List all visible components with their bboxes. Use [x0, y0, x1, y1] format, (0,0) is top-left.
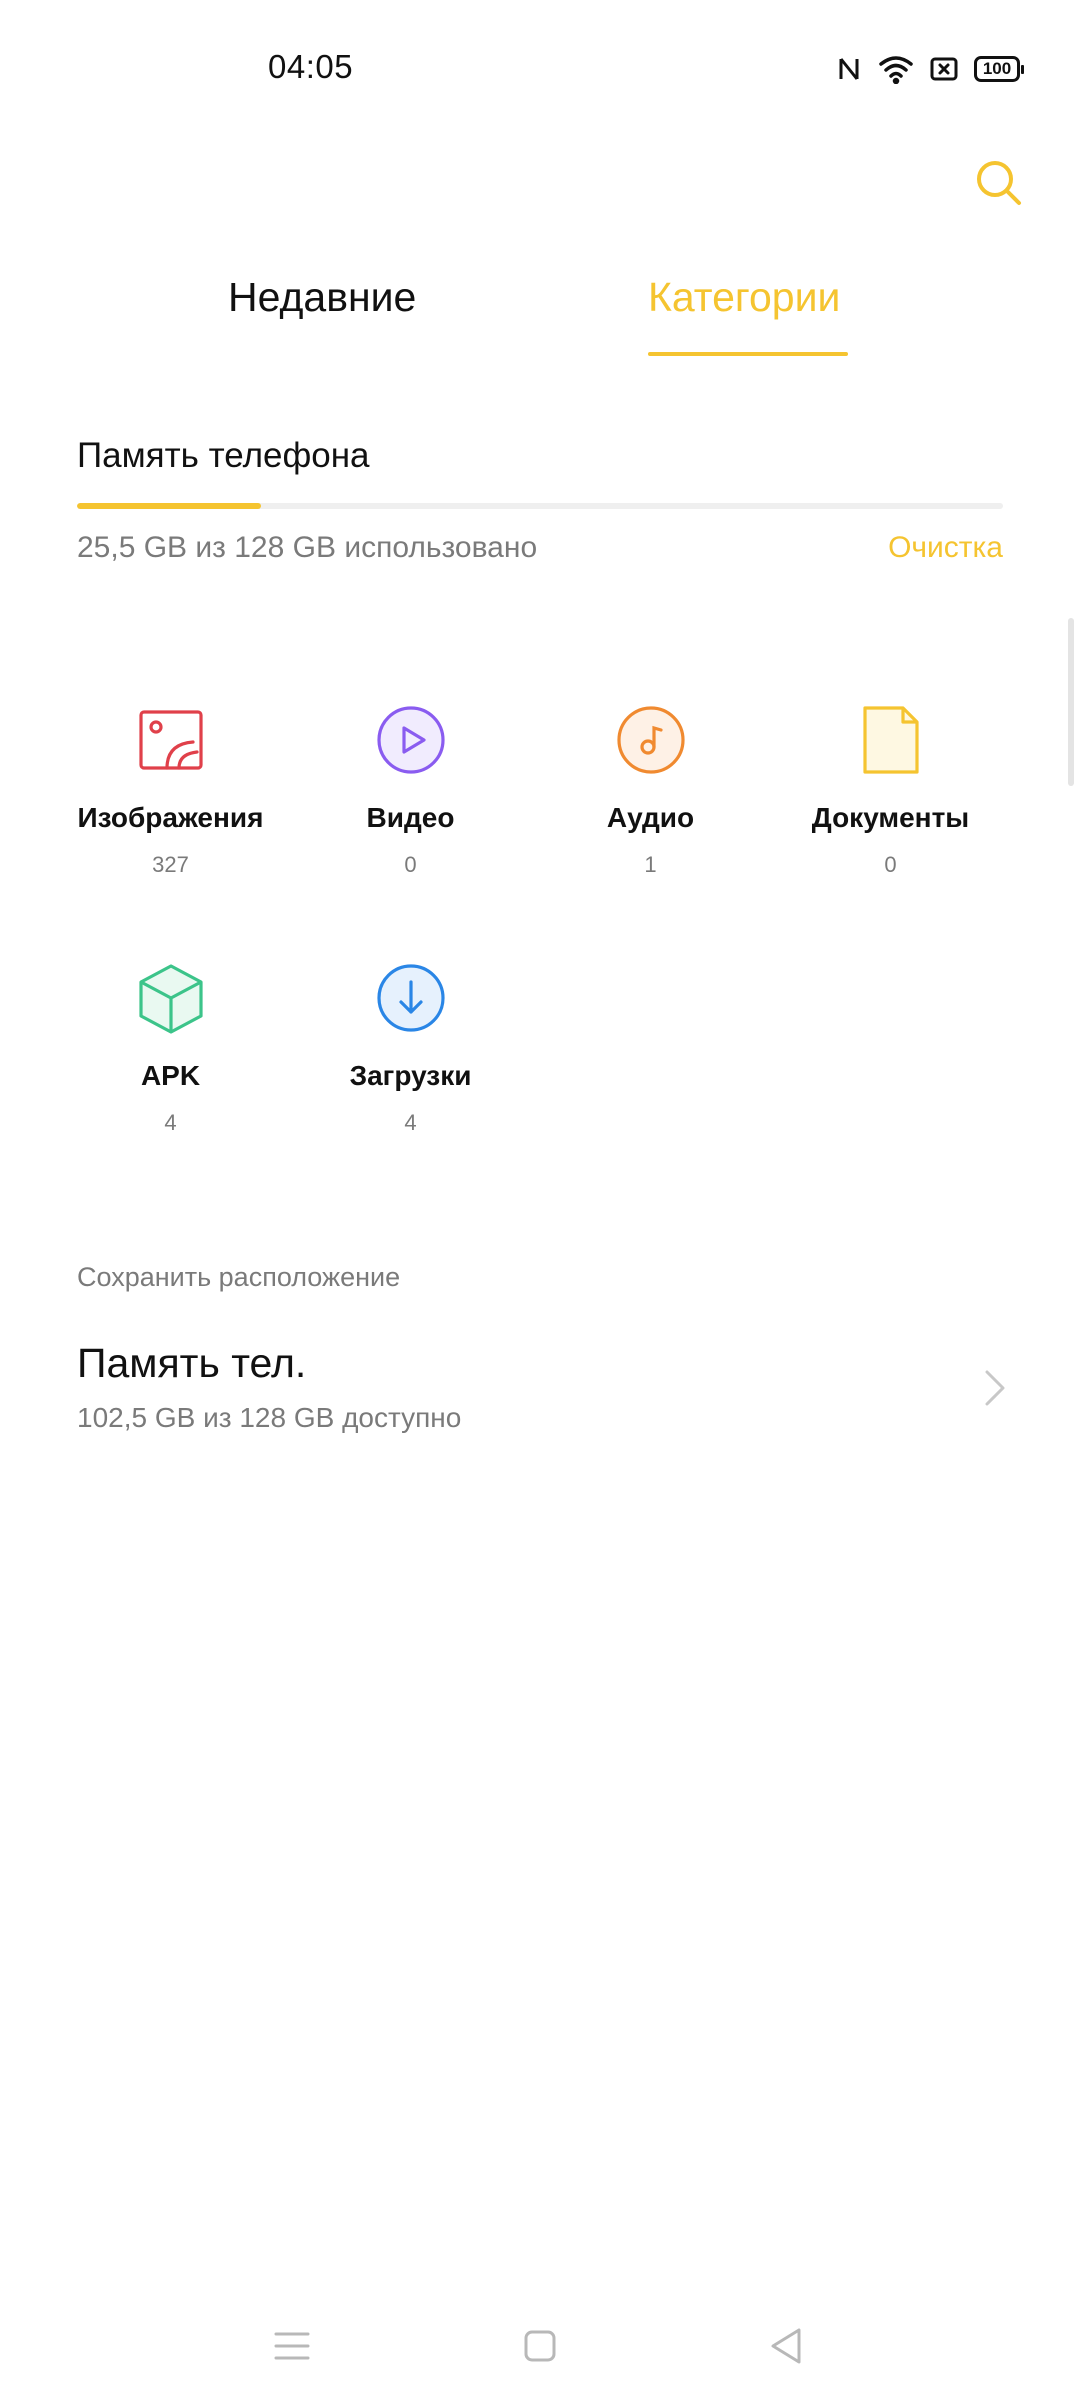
image-icon [131, 700, 211, 780]
menu-icon[interactable] [270, 2324, 314, 2368]
category-documents[interactable]: Документы 0 [768, 700, 1013, 878]
search-button[interactable] [974, 158, 1024, 208]
wifi-icon [878, 54, 914, 84]
category-audio[interactable]: Аудио 1 [528, 700, 773, 878]
category-count: 327 [152, 852, 189, 877]
status-bar: 04:05 100 [0, 0, 1080, 140]
document-icon [851, 700, 931, 780]
category-count: 4 [164, 1110, 177, 1135]
scroll-indicator[interactable] [1068, 618, 1074, 786]
nfc-icon [836, 55, 862, 83]
status-time: 04:05 [268, 48, 354, 85]
status-icons: 100 [836, 52, 1024, 86]
category-label: Загрузки [349, 1060, 472, 1091]
back-icon[interactable] [765, 2324, 809, 2368]
file-manager-screen: 04:05 100 Недавние Категории Память теле… [0, 0, 1080, 2400]
cleanup-button[interactable]: Очистка [888, 531, 1003, 565]
category-video[interactable]: Видео 0 [288, 700, 533, 878]
category-label: Документы [811, 802, 970, 833]
home-icon[interactable] [518, 2324, 562, 2368]
storage-usage-bar [77, 503, 1003, 509]
category-count: 1 [644, 852, 657, 877]
navigation-bar [0, 2300, 1080, 2400]
download-icon [371, 958, 451, 1038]
category-images[interactable]: Изображения 327 [48, 700, 293, 878]
tab-bar: Недавние Категории [0, 262, 1080, 362]
tab-recent[interactable]: Недавние [228, 274, 416, 321]
storage-title: Память телефона [77, 436, 370, 475]
category-count: 0 [884, 852, 897, 877]
category-label: Видео [366, 802, 455, 833]
category-downloads[interactable]: Загрузки 4 [288, 958, 533, 1136]
category-label: Изображения [77, 802, 264, 833]
tab-categories[interactable]: Категории [648, 274, 840, 321]
category-count: 4 [404, 1110, 417, 1135]
search-icon [977, 161, 1021, 205]
play-icon [371, 700, 451, 780]
storage-location-subtitle: 102,5 GB из 128 GB доступно [77, 1402, 462, 1433]
package-icon [131, 958, 211, 1038]
storage-location-title: Память тел. [77, 1340, 307, 1386]
category-apk[interactable]: APK 4 [48, 958, 293, 1136]
music-note-icon [611, 700, 691, 780]
chevron-right-icon [985, 1370, 1005, 1406]
sim-off-icon [930, 56, 958, 82]
storage-usage-fill [77, 503, 262, 509]
active-tab-indicator [648, 352, 848, 356]
storage-location-row[interactable]: Память тел. 102,5 GB из 128 GB доступно [0, 1330, 1080, 1450]
save-location-header: Сохранить расположение [77, 1262, 401, 1292]
storage-usage-text: 25,5 GB из 128 GB использовано [77, 531, 538, 564]
category-count: 0 [404, 852, 417, 877]
category-label: APK [140, 1060, 201, 1091]
battery-icon: 100 [974, 56, 1024, 82]
category-label: Аудио [606, 802, 695, 833]
